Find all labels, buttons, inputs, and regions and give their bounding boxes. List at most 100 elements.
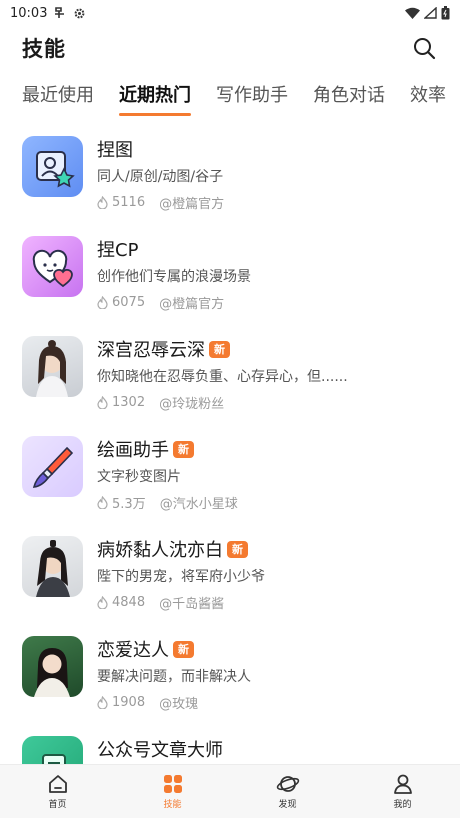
- title-row: 恋爱达人 新: [97, 636, 438, 662]
- tab-role-chat[interactable]: 角色对话: [313, 78, 385, 116]
- title-row: 捏CP: [97, 236, 438, 262]
- usage-count: 1302: [112, 395, 146, 410]
- item-title: 捏图: [97, 140, 133, 161]
- document-icon: [22, 736, 83, 764]
- signal-icon: [424, 7, 437, 19]
- nav-discover[interactable]: 发现: [230, 765, 345, 818]
- brush-icon: [22, 436, 83, 497]
- category-tabs: 最近使用 近期热门 写作助手 角色对话 效率: [0, 78, 460, 118]
- author-link[interactable]: @橙篇官方: [159, 293, 224, 312]
- new-badge: 新: [227, 540, 248, 558]
- flame-icon: [97, 196, 108, 209]
- tab-recent[interactable]: 最近使用: [22, 78, 94, 116]
- tab-trending[interactable]: 近期热门: [119, 78, 191, 116]
- item-info: 深宫忍辱云深 新 你知晓他在忍辱负重、心存异心，但...... 1302 @玲珑…: [97, 336, 438, 412]
- portrait-star-icon: [22, 136, 83, 197]
- item-description: 同人/原创/动图/谷子: [97, 169, 224, 185]
- status-left: 10:03: [10, 6, 86, 21]
- tab-writing-assistant[interactable]: 写作助手: [216, 78, 288, 116]
- battery-icon: [441, 6, 450, 20]
- grid-icon: [163, 775, 182, 793]
- status-time: 10:03: [10, 5, 48, 21]
- list-item[interactable]: 深宫忍辱云深 新 你知晓他在忍辱负重、心存异心，但...... 1302 @玲珑…: [0, 328, 460, 428]
- status-right: [405, 6, 450, 20]
- flame-icon: [97, 296, 108, 309]
- author-link[interactable]: @橙篇官方: [159, 193, 224, 212]
- header: 技能: [0, 30, 460, 66]
- flame-icon: [97, 596, 108, 609]
- item-info: 病娇黏人沈亦白 新 陛下的男宠，将军府小少爷 4848 @千岛酱酱: [97, 536, 438, 612]
- flame-icon: [97, 396, 108, 409]
- title-row: 深宫忍辱云深 新: [97, 336, 438, 362]
- item-title: 病娇黏人沈亦白: [97, 540, 223, 561]
- item-meta: 1302 @玲珑粉丝: [97, 393, 438, 412]
- nav-home[interactable]: 首页: [0, 765, 115, 818]
- tab-efficiency[interactable]: 效率: [410, 78, 446, 116]
- title-row: 绘画助手 新: [97, 436, 438, 462]
- new-badge: 新: [173, 440, 194, 458]
- item-title: 深宫忍辱云深: [97, 340, 205, 361]
- usage-count: 5.3万: [112, 497, 146, 512]
- skill-list: 捏图 同人/原创/动图/谷子 5116 @橙篇官方 捏CP 创作他们专属的浪漫场…: [0, 128, 460, 764]
- character-avatar: [22, 536, 83, 597]
- item-description: 要解决问题，而非解决人: [97, 669, 251, 685]
- list-item[interactable]: 恋爱达人 新 要解决问题，而非解决人 1908 @玫瑰: [0, 628, 460, 728]
- nav-skills[interactable]: 技能: [115, 765, 230, 818]
- list-item[interactable]: 病娇黏人沈亦白 新 陛下的男宠，将军府小少爷 4848 @千岛酱酱: [0, 528, 460, 628]
- item-title: 捏CP: [97, 240, 139, 261]
- notification-icon: [53, 6, 67, 20]
- new-badge: 新: [209, 340, 230, 358]
- usage-count: 4848: [112, 595, 146, 610]
- home-icon: [48, 775, 67, 793]
- person-icon: [393, 774, 412, 794]
- settings-gear-icon: [73, 7, 86, 20]
- item-meta: 5116 @橙篇官方: [97, 193, 438, 212]
- author-link[interactable]: @汽水小星球: [160, 493, 238, 512]
- item-info: 捏CP 创作他们专属的浪漫场景 6075 @橙篇官方: [97, 236, 438, 312]
- item-meta: 6075 @橙篇官方: [97, 293, 438, 312]
- page-title: 技能: [22, 37, 66, 61]
- list-item[interactable]: 捏CP 创作他们专属的浪漫场景 6075 @橙篇官方: [0, 228, 460, 328]
- usage-count: 6075: [112, 295, 146, 310]
- item-title: 公众号文章大师: [97, 740, 223, 761]
- wifi-icon: [405, 7, 420, 19]
- item-meta: 5.3万 @汽水小星球: [97, 493, 438, 512]
- bottom-nav: 首页 技能 发现 我的: [0, 764, 460, 818]
- usage-count: 1908: [112, 695, 146, 710]
- flame-icon: [97, 496, 108, 509]
- new-badge: 新: [173, 640, 194, 658]
- list-item[interactable]: 公众号文章大师: [0, 728, 460, 764]
- title-row: 病娇黏人沈亦白 新: [97, 536, 438, 562]
- item-description: 陛下的男宠，将军府小少爷: [97, 569, 265, 585]
- title-row: 公众号文章大师: [97, 736, 438, 762]
- item-info: 恋爱达人 新 要解决问题，而非解决人 1908 @玫瑰: [97, 636, 438, 712]
- author-link[interactable]: @千岛酱酱: [159, 593, 224, 612]
- item-title: 绘画助手: [97, 440, 169, 461]
- item-description: 文字秒变图片: [97, 469, 181, 485]
- item-description: 你知晓他在忍辱负重、心存异心，但......: [97, 369, 348, 385]
- item-info: 捏图 同人/原创/动图/谷子 5116 @橙篇官方: [97, 136, 438, 212]
- item-meta: 4848 @千岛酱酱: [97, 593, 438, 612]
- search-icon: [414, 38, 436, 60]
- nav-label: 我的: [393, 800, 412, 810]
- item-title: 恋爱达人: [97, 640, 169, 661]
- hearts-icon: [22, 236, 83, 297]
- item-description: 创作他们专属的浪漫场景: [97, 269, 251, 285]
- author-link[interactable]: @玲珑粉丝: [159, 393, 224, 412]
- nav-label: 发现: [278, 800, 297, 810]
- item-meta: 1908 @玫瑰: [97, 693, 438, 712]
- nav-profile[interactable]: 我的: [345, 765, 460, 818]
- title-row: 捏图: [97, 136, 438, 162]
- item-info: 公众号文章大师: [97, 736, 438, 762]
- flame-icon: [97, 696, 108, 709]
- character-avatar: [22, 636, 83, 697]
- list-item[interactable]: 捏图 同人/原创/动图/谷子 5116 @橙篇官方: [0, 128, 460, 228]
- character-avatar: [22, 336, 83, 397]
- nav-label: 技能: [163, 800, 182, 810]
- nav-label: 首页: [48, 800, 67, 810]
- search-button[interactable]: [410, 34, 438, 62]
- author-link[interactable]: @玫瑰: [159, 693, 198, 712]
- list-item[interactable]: 绘画助手 新 文字秒变图片 5.3万 @汽水小星球: [0, 428, 460, 528]
- usage-count: 5116: [112, 195, 146, 210]
- status-bar: 10:03: [0, 0, 460, 26]
